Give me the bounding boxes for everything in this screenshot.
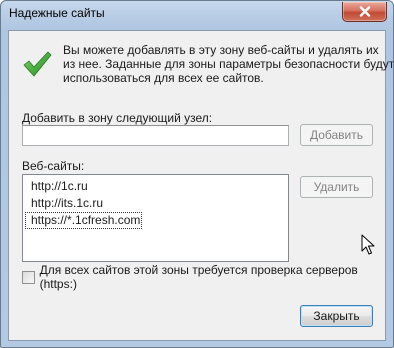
info-line-2: из нее. Заданные для зоны параметры безо…	[63, 57, 394, 71]
close-window-button[interactable]	[342, 2, 387, 22]
window-title: Надежные сайты	[9, 6, 105, 20]
add-button[interactable]: Добавить	[300, 124, 373, 146]
title-bar[interactable]: Надежные сайты	[1, 1, 393, 29]
require-https-label[interactable]: Для всех сайтов этой зоны требуется пров…	[40, 263, 385, 291]
mouse-cursor-icon	[361, 234, 375, 255]
info-text: Вы можете добавлять в эту зону веб-сайты…	[63, 43, 394, 85]
websites-label: Веб-сайты:	[22, 159, 85, 173]
close-button[interactable]: Закрыть	[300, 305, 373, 327]
list-item[interactable]: http://its.1c.ru	[25, 195, 103, 212]
websites-list[interactable]: http://1c.ru http://its.1c.ru https://*.…	[22, 174, 289, 262]
close-icon	[359, 6, 370, 17]
require-https-checkbox[interactable]	[22, 270, 35, 284]
add-site-input[interactable]	[22, 125, 289, 146]
info-line-3: использоваться для всех ее сайтов.	[63, 71, 264, 85]
list-item[interactable]: http://1c.ru	[25, 178, 88, 195]
add-site-label: Добавить в зону следующий узел:	[22, 111, 213, 125]
info-line-1: Вы можете добавлять в эту зону веб-сайты…	[63, 43, 379, 57]
list-item[interactable]: https://*.1cfresh.com	[25, 212, 143, 229]
checkmark-icon	[23, 51, 52, 77]
trusted-sites-dialog: Надежные сайты Вы можете добавлять в эту…	[0, 0, 394, 348]
require-https-row[interactable]: Для всех сайтов этой зоны требуется пров…	[22, 263, 385, 291]
remove-button[interactable]: Удалить	[300, 176, 373, 198]
dialog-content: Вы можете добавлять в эту зону веб-сайты…	[8, 30, 394, 341]
